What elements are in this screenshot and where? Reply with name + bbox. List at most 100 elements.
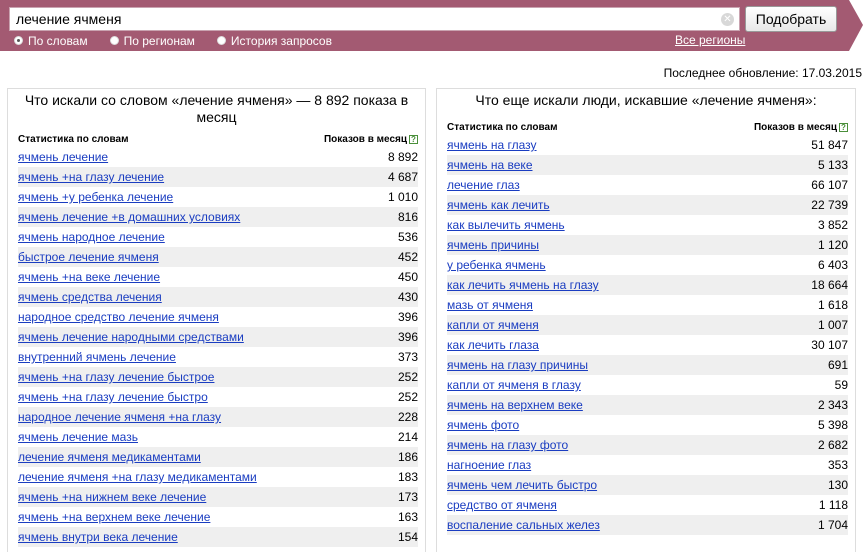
shows-count: 252 xyxy=(397,390,418,404)
table-row: ячмень +у ребенка лечение 1 010 xyxy=(18,187,418,207)
mode-history[interactable]: История запросов xyxy=(216,33,332,48)
shows-count: 30 107 xyxy=(811,338,848,352)
phrase-link[interactable]: ячмень народное лечение xyxy=(18,230,165,244)
phrase-link[interactable]: как лечить глаза xyxy=(447,338,539,352)
table-row: ячмень +на нижнем веке лечение 173 xyxy=(18,487,418,507)
phrase-link[interactable]: ячмень +на глазу лечение быстрое xyxy=(18,370,214,384)
phrase-link[interactable]: ячмень фото xyxy=(447,418,519,432)
shows-count: 214 xyxy=(397,430,418,444)
left-panel: Что искали со словом «лечение ячменя» — … xyxy=(7,88,426,552)
left-table-header: Статистика по словам Показов в месяц? xyxy=(18,132,418,147)
phrase-link[interactable]: ячмень средства лечения xyxy=(18,290,162,304)
all-regions-link[interactable]: Все регионы xyxy=(675,33,745,47)
phrase-link[interactable]: ячмень +у ребенка лечение xyxy=(18,190,173,204)
phrase-link[interactable]: ячмень причины xyxy=(447,238,539,252)
phrase-link[interactable]: лечение глаз xyxy=(447,178,520,192)
shows-count: 66 107 xyxy=(811,178,848,192)
phrase-link[interactable]: ячмень +на глазу лечение быстро xyxy=(18,390,208,404)
table-row: ячмень причины 1 120 xyxy=(447,235,848,255)
shows-count: 430 xyxy=(397,290,418,304)
phrase-link[interactable]: лечение ячменя +на глазу медикаментами xyxy=(18,470,257,484)
shows-count: 1 704 xyxy=(817,518,848,532)
phrase-link[interactable]: ячмень лечение +в домашних условиях xyxy=(18,210,240,224)
shows-count: 8 892 xyxy=(387,150,418,164)
phrase-link[interactable]: воспаление сальных желез xyxy=(447,518,600,532)
phrase-link[interactable]: как лечить ячмень на глазу xyxy=(447,278,599,292)
phrase-link[interactable]: ячмень внутри века лечение xyxy=(18,530,178,544)
table-row: ячмень +на веке лечение 450 xyxy=(18,267,418,287)
right-table: ячмень на глазу 51 847 ячмень на веке 5 133… xyxy=(447,135,848,535)
phrase-link[interactable]: ячмень лечение xyxy=(18,150,108,164)
phrase-link[interactable]: у ребенка ячмень xyxy=(447,258,546,272)
shows-count: 816 xyxy=(397,210,418,224)
phrase-link[interactable]: ячмень +на нижнем веке лечение xyxy=(18,490,206,504)
phrase-link[interactable]: ячмень на глазу xyxy=(447,138,537,152)
table-row: ячмень лечение мазь 214 xyxy=(18,427,418,447)
phrase-link[interactable]: ячмень лечение мазь xyxy=(18,430,138,444)
shows-count: 22 739 xyxy=(811,198,848,212)
shows-count: 163 xyxy=(397,510,418,524)
phrase-link[interactable]: народное лечение ячменя +на глазу xyxy=(18,410,221,424)
search-bar-arrow xyxy=(849,0,863,51)
phrase-link[interactable]: капли от ячменя в глазу xyxy=(447,378,581,392)
phrase-link[interactable]: лечение ячменя медикаментами xyxy=(18,450,201,464)
phrase-link[interactable]: ячмень как лечить xyxy=(447,198,550,212)
table-row: ячмень лечение народными средствами 396 xyxy=(18,327,418,347)
right-panel: Что еще искали люди, искавшие «лечение я… xyxy=(436,88,856,552)
mode-by-regions[interactable]: По регионам xyxy=(109,33,195,48)
table-row: ячмень на верхнем веке 2 343 xyxy=(447,395,848,415)
table-row: лечение ячменя +на глазу медикаментами 18… xyxy=(18,467,418,487)
phrase-link[interactable]: народное средство лечение ячменя xyxy=(18,310,219,324)
shows-count: 5 133 xyxy=(817,158,848,172)
radio-selected-icon[interactable] xyxy=(14,36,23,45)
shows-count: 373 xyxy=(397,350,418,364)
table-row: лечение глаз 66 107 xyxy=(447,175,848,195)
table-row: ячмень на глазу 51 847 xyxy=(447,135,848,155)
table-row: воспаление сальных желез 1 704 xyxy=(447,515,848,535)
phrase-link[interactable]: ячмень на веке xyxy=(447,158,533,172)
shows-count: 228 xyxy=(397,410,418,424)
phrase-link[interactable]: ячмень на верхнем веке xyxy=(447,398,583,412)
phrase-link[interactable]: ячмень +на верхнем веке лечение xyxy=(18,510,210,524)
phrase-link[interactable]: ячмень на глазу причины xyxy=(447,358,588,372)
shows-count: 130 xyxy=(827,478,848,492)
phrase-link[interactable]: мазь от ячменя xyxy=(447,298,533,312)
table-row: как лечить ячмень на глазу 18 664 xyxy=(447,275,848,295)
phrase-link[interactable]: внутренний ячмень лечение xyxy=(18,350,176,364)
shows-count: 1 007 xyxy=(817,318,848,332)
phrase-link[interactable]: ячмень +на веке лечение xyxy=(18,270,160,284)
table-row: ячмень чем лечить быстро 130 xyxy=(447,475,848,495)
shows-count: 183 xyxy=(397,470,418,484)
phrase-link[interactable]: капли от ячменя xyxy=(447,318,539,332)
search-input[interactable] xyxy=(9,7,740,31)
phrase-link[interactable]: ячмень на глазу фото xyxy=(447,438,568,452)
table-row: ячмень на веке 5 133 xyxy=(447,155,848,175)
phrase-link[interactable]: как вылечить ячмень xyxy=(447,218,565,232)
phrase-link[interactable]: ячмень +на глазу лечение xyxy=(18,170,164,184)
help-icon[interactable]: ? xyxy=(839,122,848,132)
shows-count: 5 398 xyxy=(817,418,848,432)
shows-count: 154 xyxy=(397,530,418,544)
shows-count: 59 xyxy=(834,378,848,392)
column-shows-header: Показов в месяц? xyxy=(324,134,418,145)
column-phrase-header: Статистика по словам xyxy=(447,122,558,133)
shows-count: 396 xyxy=(397,310,418,324)
shows-count: 396 xyxy=(397,330,418,344)
right-panel-title: Что еще искали люди, искавшие «лечение я… xyxy=(475,92,817,108)
clear-icon[interactable]: ✕ xyxy=(721,13,734,26)
phrase-link[interactable]: средство от ячменя xyxy=(447,498,557,512)
mode-by-words[interactable]: По словам xyxy=(14,33,88,48)
radio-icon[interactable] xyxy=(109,36,119,45)
radio-icon[interactable] xyxy=(216,36,226,45)
table-row: ячмень +на верхнем веке лечение 163 xyxy=(18,507,418,527)
help-icon[interactable]: ? xyxy=(409,134,418,144)
phrase-link[interactable]: ячмень лечение народными средствами xyxy=(18,330,244,344)
phrase-link[interactable]: ячмень чем лечить быстро xyxy=(447,478,597,492)
table-row: лечение ячменя медикаментами 186 xyxy=(18,447,418,467)
submit-button[interactable]: Подобрать xyxy=(745,6,837,32)
phrase-link[interactable]: нагноение глаз xyxy=(447,458,531,472)
table-row: как лечить глаза 30 107 xyxy=(447,335,848,355)
shows-count: 4 687 xyxy=(387,170,418,184)
phrase-link[interactable]: быстрое лечение ячменя xyxy=(18,250,159,264)
shows-count: 51 847 xyxy=(811,138,848,152)
